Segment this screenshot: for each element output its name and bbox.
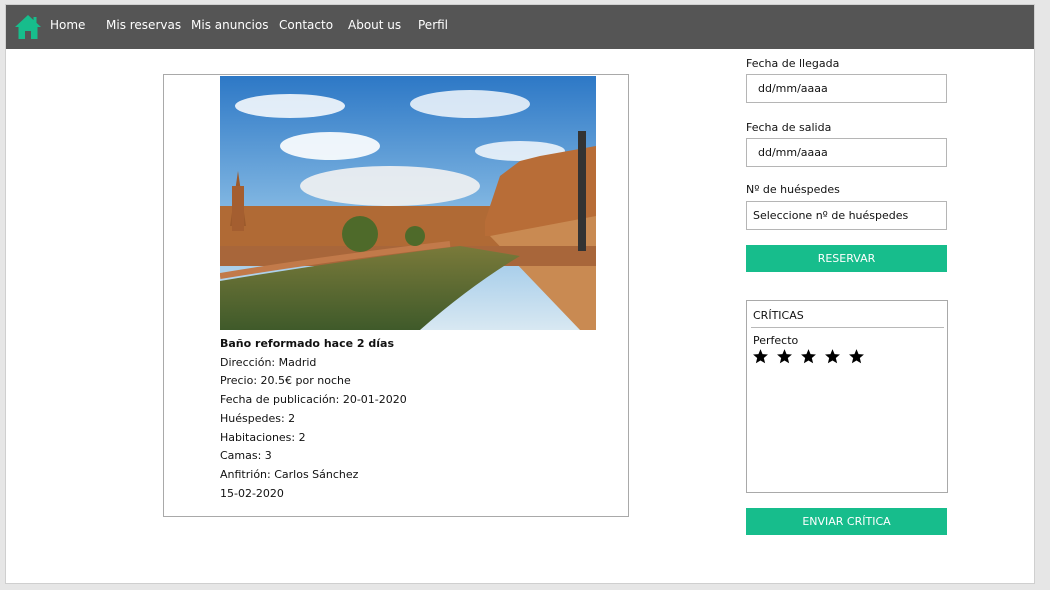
star-icon <box>753 349 768 364</box>
listing-price: Precio: 20.5€ por noche <box>220 374 351 387</box>
nav-mis-reservas[interactable]: Mis reservas <box>106 18 181 32</box>
listing-address: Dirección: Madrid <box>220 356 317 369</box>
app-window: Home Mis reservas Mis anuncios Contacto … <box>5 4 1035 584</box>
reviews-title: CRÍTICAS <box>753 309 804 322</box>
nav-contacto[interactable]: Contacto <box>279 18 333 32</box>
top-navbar: Home Mis reservas Mis anuncios Contacto … <box>6 5 1034 49</box>
star-icon <box>849 349 865 364</box>
listing-card: Baño reformado hace 2 días Dirección: Ma… <box>163 74 629 517</box>
listing-published-date: Fecha de publicación: 20-01-2020 <box>220 393 407 406</box>
reviews-panel: CRÍTICAS Perfecto <box>746 300 948 493</box>
house-icon[interactable] <box>14 13 42 41</box>
nav-home[interactable]: Home <box>50 18 85 32</box>
review-text: Perfecto <box>753 334 799 347</box>
listing-beds: Camas: 3 <box>220 449 272 462</box>
listing-guests: Huéspedes: 2 <box>220 412 296 425</box>
guests-label: Nº de huéspedes <box>746 183 840 196</box>
nav-about-us[interactable]: About us <box>348 18 401 32</box>
arrival-date-placeholder: dd/mm/aaaa <box>758 82 828 95</box>
arrival-date-input[interactable]: dd/mm/aaaa <box>746 74 947 103</box>
departure-date-label: Fecha de salida <box>746 121 832 134</box>
listing-title: Baño reformado hace 2 días <box>220 337 394 350</box>
arrival-date-label: Fecha de llegada <box>746 57 840 70</box>
star-icon <box>825 349 841 364</box>
guests-select-value: Seleccione nº de huéspedes <box>753 209 909 222</box>
listing-photo <box>220 76 596 330</box>
departure-date-input[interactable]: dd/mm/aaaa <box>746 138 947 167</box>
star-icon <box>777 349 793 364</box>
star-icon <box>801 349 817 364</box>
guests-select[interactable]: Seleccione nº de huéspedes <box>746 201 947 230</box>
listing-host: Anfitrión: Carlos Sánchez <box>220 468 359 481</box>
listing-date: 15-02-2020 <box>220 487 284 500</box>
nav-perfil[interactable]: Perfil <box>418 18 448 32</box>
reviews-divider <box>751 327 944 328</box>
listing-rooms: Habitaciones: 2 <box>220 431 306 444</box>
send-review-button[interactable]: ENVIAR CRÍTICA <box>746 508 947 535</box>
nav-mis-anuncios[interactable]: Mis anuncios <box>191 18 268 32</box>
reserve-button[interactable]: RESERVAR <box>746 245 947 272</box>
review-rating <box>752 348 867 370</box>
departure-date-placeholder: dd/mm/aaaa <box>758 146 828 159</box>
